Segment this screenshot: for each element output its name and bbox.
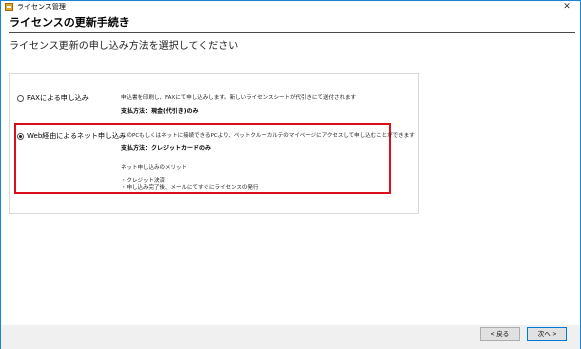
option-payment-web: 支払方法：クレジットカードのみ — [121, 145, 212, 152]
license-window: ライセンス管理 ✕ ライセンスの更新手続き ライセンス更新の申し込み方法を選択し… — [0, 0, 581, 349]
option-description-web: このPCもしくはネットに接続できるPCより、ペットクルーカルテのマイページにアク… — [121, 133, 415, 139]
option-description-fax: 申込書を印刷し、FAXにて申し込みします。新しいライセンスシートが代引きにて送付… — [121, 95, 357, 101]
radio-fax[interactable] — [17, 95, 24, 102]
footer-bar: < 戻る 次へ > — [1, 325, 580, 349]
page-subtitle: ライセンス更新の申し込み方法を選択してください — [9, 41, 239, 52]
option-label-fax[interactable]: FAXによる申し込み — [27, 94, 89, 103]
merit-item: ・申し込み完了後、メールにてすぐにライセンスの発行 — [121, 185, 259, 191]
option-payment-fax: 支払方法：現金(代引き)のみ — [121, 108, 199, 115]
title-bar[interactable]: ライセンス管理 ✕ — [1, 1, 580, 13]
options-panel: FAXによる申し込み 申込書を印刷し、FAXにて申し込みします。新しいライセンス… — [9, 73, 419, 214]
back-button[interactable]: < 戻る — [480, 327, 520, 341]
merits-title: ネット申し込みのメリット — [121, 165, 188, 171]
window-title: ライセンス管理 — [17, 3, 66, 11]
content-area: ライセンスの更新手続き ライセンス更新の申し込み方法を選択してください FAXに… — [1, 13, 580, 325]
title-divider — [9, 32, 575, 33]
app-license-icon — [5, 3, 13, 11]
next-button[interactable]: 次へ > — [527, 327, 567, 341]
radio-web[interactable] — [17, 133, 24, 140]
page-title: ライセンスの更新手続き — [9, 16, 130, 29]
option-label-web[interactable]: Web経由によるネット申し込み — [27, 132, 126, 141]
close-icon[interactable]: ✕ — [560, 1, 574, 13]
